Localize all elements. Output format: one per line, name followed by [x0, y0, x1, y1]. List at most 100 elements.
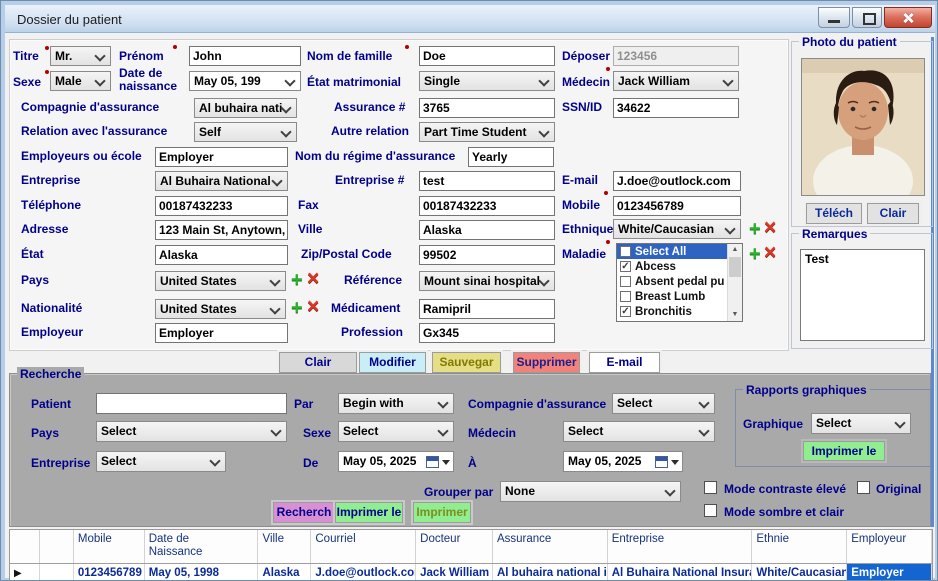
titre-select[interactable]: Mr. — [50, 46, 111, 66]
assurance-num-input[interactable]: 3765 — [419, 98, 555, 118]
maladie-listbox[interactable]: Select All ✓Abcess Absent pedal pu Breas… — [616, 243, 743, 322]
original-checkbox[interactable] — [857, 481, 870, 494]
compagnie-assurance-select[interactable]: Al buhaira nati — [194, 98, 297, 118]
search-par-select[interactable]: Begin with — [338, 393, 454, 414]
ssn-input[interactable]: 34622 — [613, 98, 739, 118]
email-input[interactable]: J.doe@outlock.com — [613, 171, 741, 191]
search-a-datepicker[interactable]: May 05, 2025 — [563, 451, 683, 472]
search-medecin-select[interactable]: Select — [563, 421, 715, 442]
nationalite-select[interactable]: United States — [155, 299, 286, 319]
table-header-mobile[interactable]: Mobile — [74, 530, 145, 563]
profession-input[interactable]: Gx345 — [419, 323, 555, 343]
table-header-ville[interactable]: Ville — [258, 530, 311, 563]
sauvegar-button[interactable]: Sauvegar — [432, 352, 501, 373]
modifier-button[interactable]: Modifier — [359, 352, 426, 373]
table-cell-ville[interactable]: Alaska — [258, 564, 311, 581]
imprimer-button[interactable]: Imprimer — [413, 502, 471, 523]
table-cell-ethnie[interactable]: White/Caucasian — [752, 564, 847, 581]
search-compagnie-select[interactable]: Select — [612, 393, 715, 414]
search-patient-input[interactable] — [96, 393, 287, 414]
maladie-item[interactable]: ✓Abcess — [617, 259, 728, 274]
table-cell-docteur[interactable]: Jack William — [416, 564, 493, 581]
scroll-up-icon[interactable]: ▲ — [728, 244, 742, 256]
table-cell-entreprise[interactable]: Al Buhaira National Insurance — [608, 564, 753, 581]
search-entreprise-select[interactable]: Select — [96, 451, 226, 472]
add-maladie-icon[interactable]: + — [749, 244, 761, 264]
reference-select[interactable]: Mount sinai hospital — [419, 271, 555, 291]
add-pays-icon[interactable]: + — [291, 270, 303, 290]
checkbox-icon[interactable] — [620, 291, 631, 302]
etat-input[interactable]: Alaska — [155, 245, 288, 265]
table-header-assurance[interactable]: Assurance — [493, 530, 608, 563]
checkbox-icon[interactable] — [620, 246, 631, 257]
maladie-item[interactable]: Absent pedal pu — [617, 274, 728, 289]
search-pays-select[interactable]: Select — [96, 421, 287, 442]
row-selector-icon[interactable]: ▶ — [10, 564, 40, 581]
delete-nationalite-icon[interactable]: × — [307, 297, 319, 316]
checkbox-icon[interactable]: ✓ — [620, 261, 631, 272]
add-ethnique-icon[interactable]: + — [749, 219, 761, 239]
medecin-select[interactable]: Jack William — [613, 71, 739, 91]
pays-select[interactable]: United States — [155, 271, 286, 291]
scroll-down-icon[interactable]: ▼ — [728, 309, 742, 321]
telephone-input[interactable]: 00187432233 — [155, 196, 288, 216]
email-button[interactable]: E-mail — [589, 352, 660, 373]
delete-pays-icon[interactable]: × — [307, 269, 319, 288]
delete-maladie-icon[interactable]: × — [764, 243, 776, 262]
nom-famille-input[interactable]: Doe — [419, 46, 555, 66]
checkbox-icon[interactable]: ✓ — [620, 306, 631, 317]
add-nationalite-icon[interactable]: + — [291, 298, 303, 318]
remarques-textarea[interactable]: Test — [800, 249, 925, 341]
nom-regime-input[interactable]: Yearly — [468, 147, 554, 167]
table-cell-assurance[interactable]: Al buhaira national ins — [493, 564, 608, 581]
table-header-date-naissance[interactable]: Date de Naissance — [145, 530, 259, 563]
table-cell-employeur-selected[interactable]: Employer — [847, 564, 932, 581]
close-button[interactable] — [884, 7, 932, 28]
clair-button[interactable]: Clair — [279, 352, 357, 373]
ville-input[interactable]: Alaska — [419, 220, 555, 240]
maladie-item[interactable]: Select All — [617, 244, 728, 259]
mode-sombre-checkbox[interactable] — [704, 504, 717, 517]
search-de-datepicker[interactable]: May 05, 2025 — [338, 451, 454, 472]
maximize-button[interactable] — [852, 7, 882, 28]
entreprise-num-input[interactable]: test — [419, 171, 555, 191]
search-sexe-select[interactable]: Select — [338, 421, 454, 442]
fax-input[interactable]: 00187432233 — [419, 196, 555, 216]
minimize-button[interactable] — [818, 7, 850, 28]
supprimer-button[interactable]: Supprimer — [513, 352, 580, 373]
zip-input[interactable]: 99502 — [419, 245, 555, 265]
table-header-courriel[interactable]: Courriel — [311, 530, 416, 563]
checkbox-icon[interactable] — [620, 276, 631, 287]
photo-clair-button[interactable]: Clair — [867, 203, 919, 224]
table-header-selector[interactable] — [10, 530, 40, 563]
table-cell-courriel[interactable]: J.doe@outlock.com — [311, 564, 416, 581]
table-header-employeur[interactable]: Employeur — [847, 530, 932, 563]
table-header-entreprise[interactable]: Entreprise — [608, 530, 753, 563]
maladie-item[interactable]: Breast Lumb — [617, 289, 728, 304]
scrollbar-thumb[interactable] — [729, 257, 741, 277]
maladie-item[interactable]: ✓Bronchitis — [617, 304, 728, 319]
table-cell-mobile[interactable]: 0123456789 — [74, 564, 145, 581]
prenom-input[interactable]: John — [189, 46, 301, 66]
table-header-docteur[interactable]: Docteur — [416, 530, 493, 563]
grouper-par-select[interactable]: None — [500, 481, 681, 502]
recherch-button[interactable]: Recherch — [273, 502, 335, 523]
adresse-input[interactable]: 123 Main St, Anytown, — [155, 220, 288, 240]
rapports-imprimer-button[interactable]: Imprimer le — [803, 441, 885, 461]
medicament-input[interactable]: Ramipril — [419, 299, 555, 319]
sexe-select[interactable]: Male — [50, 71, 111, 91]
etat-matrimonial-select[interactable]: Single — [419, 71, 555, 91]
relation-assurance-select[interactable]: Self — [194, 122, 297, 142]
entreprise-select[interactable]: Al Buhaira National — [155, 171, 288, 191]
imprimer-le-button[interactable]: Imprimer le — [335, 502, 403, 523]
table-header[interactable] — [40, 530, 74, 563]
ethnique-select[interactable]: White/Caucasian — [613, 219, 741, 239]
table-row[interactable]: ▶ 0123456789 May 05, 1998 Alaska J.doe@o… — [10, 564, 932, 581]
mode-contraste-checkbox[interactable] — [704, 481, 717, 494]
graphique-select[interactable]: Select — [811, 413, 911, 434]
date-naissance-picker[interactable]: May 05, 199 — [189, 71, 301, 91]
employeurs-ecole-input[interactable]: Employer — [155, 147, 288, 167]
telecharger-button[interactable]: Téléch — [806, 203, 862, 224]
employeur-input[interactable]: Employer — [155, 323, 288, 343]
table-cell[interactable] — [40, 564, 74, 581]
